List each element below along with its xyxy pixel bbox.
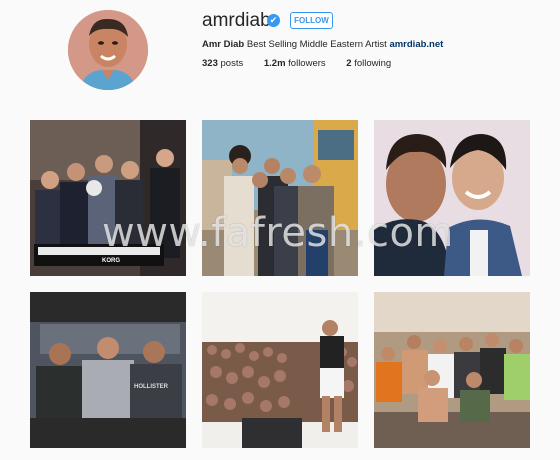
bio-text: Best Selling Middle Eastern Artist — [246, 39, 387, 50]
following-stat[interactable]: 2 following — [346, 58, 391, 69]
follow-button[interactable]: FOLLOW — [290, 12, 333, 29]
post-thumbnail-2[interactable] — [202, 120, 358, 276]
display-name: Amr Diab — [202, 39, 245, 50]
post-image-4: HOLLISTER — [30, 292, 186, 448]
post-image-3 — [374, 120, 530, 276]
username: amrdiab — [202, 10, 271, 31]
followers-stat[interactable]: 1.2m followers — [264, 58, 326, 69]
posts-label: posts — [220, 58, 244, 69]
verified-badge-icon: ✔ — [267, 14, 280, 27]
following-count: 2 — [346, 58, 352, 69]
post-image-1: KORG — [30, 120, 186, 276]
post-thumbnail-4[interactable]: HOLLISTER — [30, 292, 186, 448]
post-thumbnail-1[interactable]: KORG — [30, 120, 186, 276]
website-link[interactable]: amrdiab.net — [389, 39, 443, 50]
post-image-2 — [202, 120, 358, 276]
profile-bio: Amr Diab Best Selling Middle Eastern Art… — [202, 39, 443, 50]
following-label: following — [354, 58, 392, 69]
post-thumbnail-6[interactable] — [374, 292, 530, 448]
followers-count: 1.2m — [263, 58, 286, 69]
avatar-photo — [68, 10, 148, 90]
post-image-6 — [374, 292, 530, 448]
followers-label: followers — [288, 58, 326, 69]
posts-stat[interactable]: 323 posts — [202, 58, 243, 69]
shirt-text: HOLLISTER — [134, 384, 169, 390]
profile-stats: 323 posts 1.2m followers 2 following — [202, 58, 409, 69]
posts-count: 323 — [202, 58, 218, 69]
profile-avatar[interactable] — [68, 10, 148, 90]
post-thumbnail-5[interactable] — [202, 292, 358, 448]
keyboard-brand-text: KORG — [102, 258, 120, 264]
post-thumbnail-3[interactable] — [374, 120, 530, 276]
post-image-5 — [202, 292, 358, 448]
